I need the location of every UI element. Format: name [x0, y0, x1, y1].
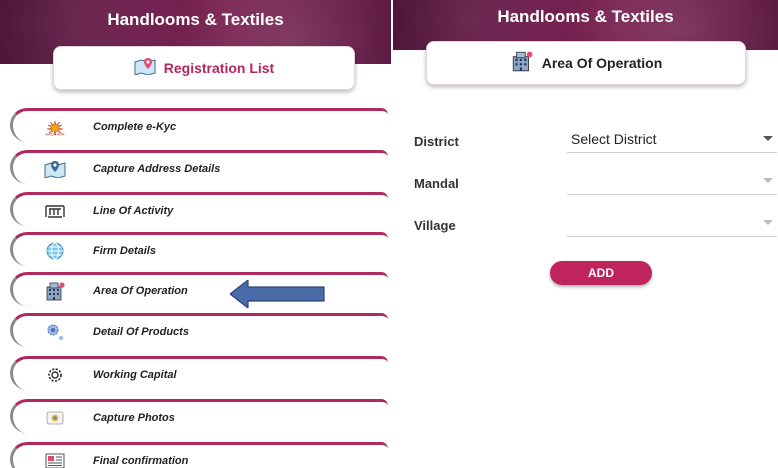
menu-item-final-confirmation[interactable]: Final confirmation [10, 442, 388, 468]
menu-label: Area Of Operation [93, 284, 188, 297]
menu-item-firm-details[interactable]: Firm Details [10, 232, 388, 266]
district-select[interactable]: Select District [567, 126, 777, 153]
chevron-down-icon [763, 178, 773, 183]
menu-label: Complete e-Kyc [93, 120, 177, 133]
area-of-operation-screen: Handlooms & Textiles Area Of Operation D… [393, 0, 778, 468]
menu-label: Capture Photos [93, 411, 175, 424]
menu-item-line-of-activity[interactable]: Line Of Activity [10, 192, 388, 226]
svg-text:AADHAAR: AADHAAR [45, 131, 64, 136]
menu-label: Detail Of Products [93, 325, 189, 338]
menu-item-complete-ekyc[interactable]: AADHAAR Complete e-Kyc [10, 108, 388, 142]
document-icon [41, 450, 69, 468]
card-title: Registration List [163, 60, 275, 76]
loom-icon [41, 200, 69, 222]
menu-label: Line Of Activity [93, 204, 174, 217]
map-marker-icon [41, 158, 69, 180]
menu-label: Capture Address Details [93, 162, 221, 175]
app-title: Handlooms & Textiles [497, 7, 674, 26]
building-icon [41, 280, 69, 302]
chevron-down-icon [763, 136, 773, 141]
globe-icon [41, 240, 69, 262]
menu-label: Final confirmation [93, 454, 189, 467]
pointer-arrow [230, 280, 325, 308]
menu-item-detail-of-products[interactable]: Detail Of Products [10, 313, 388, 347]
menu-item-capture-address[interactable]: Capture Address Details [10, 150, 388, 184]
camera-icon [41, 407, 69, 429]
menu-label: Working Capital [93, 368, 177, 381]
district-select-value: Select District [571, 131, 657, 147]
mandal-label: Mandal [414, 176, 459, 191]
app-title: Handlooms & Textiles [107, 10, 284, 29]
village-row: Village [414, 210, 777, 240]
gear-icon [41, 364, 69, 386]
registration-list-card: Registration List [53, 46, 355, 90]
menu-label: Firm Details [93, 244, 156, 257]
mandal-row: Mandal [414, 168, 777, 198]
aadhaar-icon: AADHAAR [41, 116, 69, 138]
menu-item-area-of-operation[interactable]: Area Of Operation [10, 272, 388, 306]
chevron-down-icon [763, 220, 773, 225]
add-button[interactable]: ADD [550, 261, 652, 285]
card-title: Area Of Operation [541, 55, 663, 71]
district-row: District Select District [414, 126, 777, 156]
products-icon [41, 321, 69, 343]
village-select[interactable] [567, 210, 777, 237]
mandal-select[interactable] [567, 168, 777, 195]
map-marker-icon [134, 57, 156, 80]
menu-item-capture-photos[interactable]: Capture Photos [10, 399, 388, 433]
area-of-operation-card: Area Of Operation [426, 41, 746, 85]
registration-list-screen: Handlooms & Textiles Registration List A… [0, 0, 391, 468]
village-label: Village [414, 218, 456, 233]
menu-item-working-capital[interactable]: Working Capital [10, 356, 388, 390]
building-icon [510, 50, 534, 77]
district-label: District [414, 134, 459, 149]
